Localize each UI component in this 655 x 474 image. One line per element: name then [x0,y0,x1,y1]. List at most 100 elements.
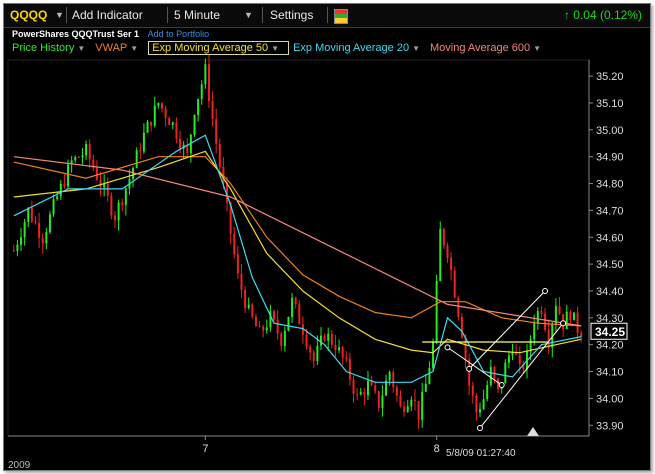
legend-item-exp-moving-average-20[interactable]: Exp Moving Average 20 ▼ [293,42,426,54]
candle-body [464,337,467,360]
trend-line [447,346,502,386]
candle-body [565,311,568,330]
candle-body [16,244,19,251]
candle-body [74,156,77,161]
candle-body [273,311,276,320]
candle-body [218,143,221,167]
legend-label: Moving Average 600 [430,42,531,54]
candle-body [374,385,377,392]
candle-body [150,121,153,126]
candle-body [117,202,120,221]
candle-body [99,179,102,188]
settings-button[interactable]: Settings [270,8,313,22]
candle-body [153,105,156,126]
symbol-selector[interactable]: QQQQ [10,8,47,22]
candle-body [388,372,391,381]
candle-body [432,342,435,368]
candle-body [146,121,149,133]
last-price-label: 34.25 [595,325,625,339]
candle-body [327,333,330,341]
trend-line-handle [444,344,451,351]
candle-body [294,297,297,305]
y-tick-label: 34.50 [596,259,624,271]
price-chart[interactable]: 35.20 35.10 35.00 34.90 34.80 34.70 34.60 34.50… [4,4,650,470]
candle-body [392,372,395,388]
candle-body [475,395,478,413]
candle-body [164,108,167,119]
candle-body [547,329,550,348]
candle-body [81,155,84,158]
x-tick-label: 8 [434,443,440,455]
candle-body [135,150,138,168]
candle-body [511,352,514,356]
legend-label: Price History [12,42,75,54]
candle-body [558,305,561,315]
interval-selector[interactable]: 5 Minute [174,8,220,22]
candle-body [240,273,243,291]
candle-body [63,183,66,187]
price-change: ↑ 0.04 (0.12%) [563,8,642,22]
candle-body [168,118,171,125]
candle-body [460,316,463,338]
chevron-down-icon[interactable]: ▼ [130,44,138,53]
candle-body [207,64,210,102]
chevron-down-icon[interactable]: ▼ [244,10,253,20]
chart-window: 35.20 35.10 35.00 34.90 34.80 34.70 34.60 34.50… [3,3,651,471]
candle-body [457,297,460,317]
candle-body [175,122,178,139]
candle-body [160,103,163,109]
candle-body [262,326,265,331]
candle-body [193,115,196,135]
candle-body [453,270,456,298]
instrument-info: PowerShares QQQTrust Ser 1 Add to Portfo… [12,29,209,39]
candle-body [399,395,402,407]
scroll-marker-icon [527,427,539,436]
candle-body [504,362,507,384]
candle-body [38,222,41,238]
candle-body [258,326,261,328]
candle-body [142,132,145,152]
chevron-down-icon[interactable]: ▼ [271,44,279,53]
add-to-portfolio-link[interactable]: Add to Portfolio [148,29,210,39]
candle-body [486,385,489,400]
trend-line-handle [498,381,505,388]
candle-body [197,98,200,116]
chevron-down-icon[interactable]: ▼ [77,44,85,53]
candle-body [363,392,366,396]
candle-body [576,312,579,333]
chevron-down-icon[interactable]: ▼ [412,44,420,53]
legend-item-moving-average-600[interactable]: Moving Average 600 ▼ [430,42,547,54]
legend-item-exp-moving-average-50[interactable]: Exp Moving Average 50 ▼ [148,41,290,55]
trend-line-handle [560,320,567,327]
toolbar-divider [167,7,168,23]
candle-body [345,357,348,359]
add-indicator-button[interactable]: Add Indicator [72,8,143,22]
candle-body [395,387,398,396]
trend-line-handle [542,287,549,294]
chevron-down-icon[interactable]: ▼ [55,10,64,20]
candle-body [338,347,341,351]
candle-body [446,245,449,258]
candle-body [417,401,420,420]
toolbar-divider [327,7,328,23]
candle-body [106,184,109,196]
y-tick-label: 34.40 [596,286,624,298]
candle-body [30,207,33,222]
candle-body [244,290,247,309]
candle-body [48,214,51,233]
candle-body [413,399,416,402]
candle-body [233,233,236,255]
candle-body [171,122,174,125]
series-line-vwap [13,156,582,327]
print-icon[interactable] [334,9,348,24]
candle-body [77,156,80,158]
candle-body [319,335,322,346]
legend-item-vwap[interactable]: VWAP ▼ [95,42,144,54]
x-axis-year-label: 2009 [8,460,31,470]
candle-body [276,319,279,334]
legend-item-price-history[interactable]: Price History ▼ [12,42,91,54]
chevron-down-icon[interactable]: ▼ [533,44,541,53]
candle-body [341,347,344,358]
trend-line [479,322,564,429]
indicator-legend: Price History ▼ VWAP ▼ Exp Moving Average 50… [12,41,551,55]
